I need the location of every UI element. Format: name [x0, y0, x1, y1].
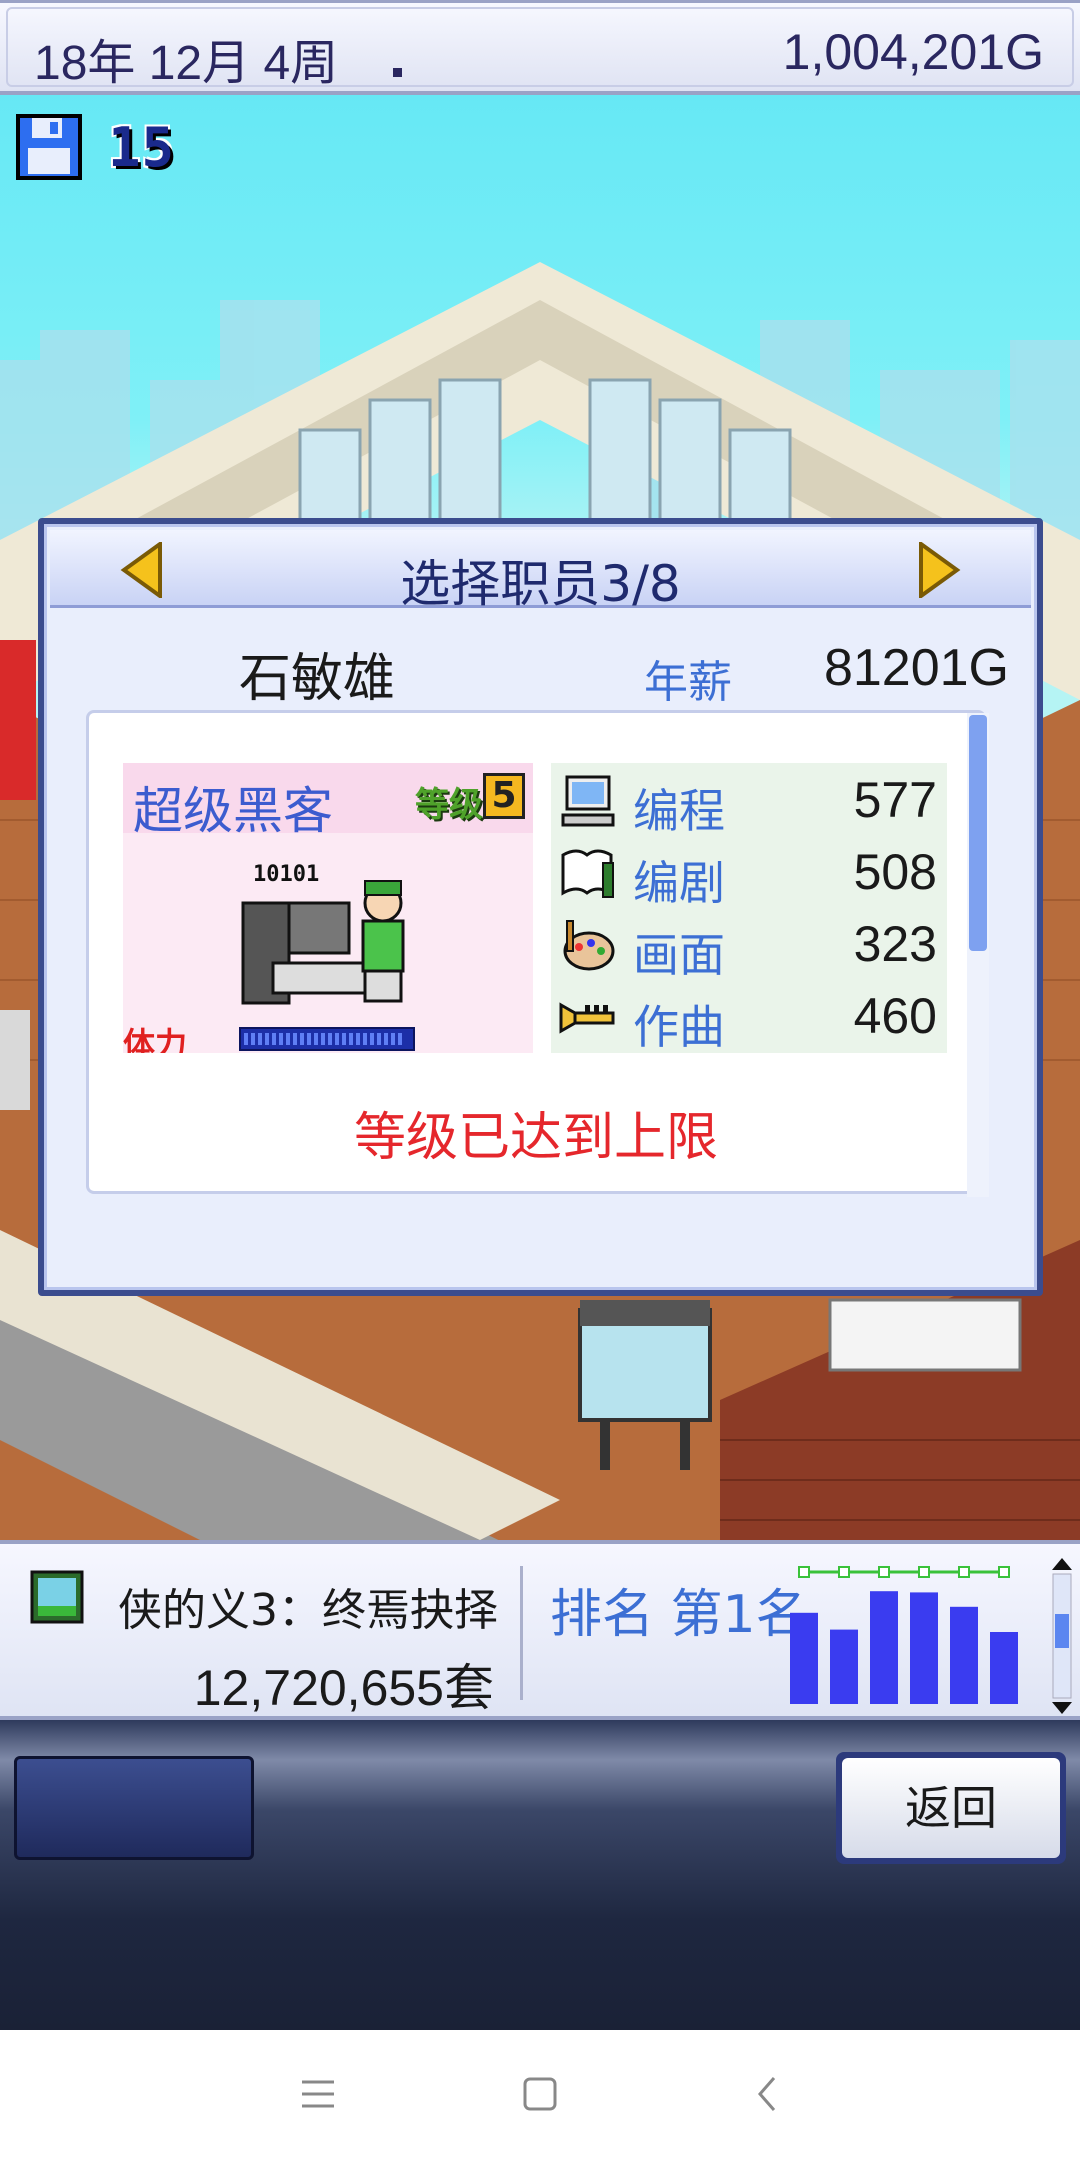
stamina-bar — [239, 1027, 415, 1051]
sales-bar — [990, 1632, 1018, 1704]
trend-point — [838, 1566, 850, 1578]
rank-text: 排名 第1名 — [550, 1585, 808, 1645]
hacker-at-computer-icon: 10101 — [241, 863, 405, 1005]
sales-bar — [830, 1629, 858, 1704]
info-divider — [520, 1566, 523, 1700]
game-date: 18年 12月 4周 — [34, 37, 339, 90]
computer-icon — [561, 775, 615, 827]
paint-palette-icon — [563, 920, 615, 971]
stat-value: 508 — [853, 844, 937, 900]
trend-point — [798, 1566, 810, 1578]
trumpet-icon — [559, 1002, 615, 1034]
system-navigation-bar — [0, 2030, 1080, 2160]
save-count: 15 — [108, 116, 176, 179]
stat-value: 460 — [853, 988, 937, 1044]
stat-label: 画面 — [633, 928, 725, 982]
stat-row-graphics: 画面 323 — [551, 907, 947, 982]
game-title: 侠的义3：终焉抉择 — [118, 1585, 498, 1636]
menu-icon[interactable] — [288, 2064, 348, 2124]
home-icon[interactable] — [510, 2064, 570, 2124]
max-level-message: 等级已达到上限 — [353, 1108, 718, 1168]
game-sales: 12,720,655套 — [193, 1660, 494, 1716]
trend-point — [918, 1566, 930, 1578]
back-icon[interactable] — [738, 2064, 798, 2124]
trend-point — [958, 1566, 970, 1578]
sales-bar-chart — [790, 1566, 1018, 1704]
trend-point — [998, 1566, 1010, 1578]
salary-value: 81201G — [823, 639, 1009, 697]
sales-bar — [790, 1612, 818, 1704]
game-cartridge-icon — [30, 1570, 84, 1624]
dialog-header: 选择职员3/8 — [50, 530, 1031, 613]
dialog-title: 选择职员3/8 — [400, 555, 681, 613]
employee-name: 石敏雄 — [239, 649, 396, 709]
status-bar: 18年 12月 4周 1,004,201G — [0, 0, 1080, 95]
back-button-label: 返回 — [842, 1758, 1060, 1858]
command-panel: 返回 — [0, 1720, 1080, 2030]
trend-point — [878, 1566, 890, 1578]
sales-info-bar: 侠的义3：终焉抉择 12,720,655套 排名 第1名 — [0, 1540, 1080, 1720]
floppy-disk-icon[interactable] — [14, 112, 84, 182]
funds-amount: 1,004,201G — [782, 24, 1044, 80]
sales-bar — [870, 1591, 898, 1704]
stat-label: 编剧 — [633, 856, 725, 910]
sales-bar — [950, 1606, 978, 1704]
menu-slot-button[interactable] — [14, 1756, 254, 1860]
sales-bar — [910, 1592, 938, 1704]
salary-label: 年薪 — [644, 657, 732, 708]
stat-label: 作曲 — [633, 1000, 725, 1054]
stat-row-music: 作曲 460 — [551, 979, 947, 1054]
job-panel: 超级黑客 等级 5 10101 体力 — [123, 763, 533, 1053]
card-scrollbar-thumb[interactable] — [969, 715, 987, 951]
stats-panel: 编程 577 编剧 508 画面 323 作曲 460 — [551, 763, 947, 1054]
back-button[interactable]: 返回 — [836, 1752, 1066, 1864]
date-indicator-dot — [393, 68, 402, 77]
card-scrollbar[interactable] — [967, 713, 989, 1197]
script-book-icon — [561, 849, 614, 898]
info-scrollbar[interactable] — [1050, 1558, 1074, 1714]
stat-value: 323 — [853, 916, 937, 972]
stamina-bar-fill — [244, 1033, 406, 1045]
stat-row-scenario: 编剧 508 — [551, 835, 947, 910]
stat-row-programming: 编程 577 — [551, 763, 947, 838]
level-label: 等级 — [415, 785, 483, 825]
stat-label: 编程 — [633, 784, 725, 838]
employee-card: 超级黑客 等级 5 10101 体力 编程 577 编剧 508 画面 323 … — [86, 710, 989, 1197]
job-title: 超级黑客 — [133, 782, 333, 840]
stat-value: 577 — [853, 772, 937, 828]
select-staff-dialog: 选择职员3/8 石敏雄 年薪 81201G 超级黑客 等级 5 10101 体力 — [38, 518, 1043, 1296]
next-staff-arrow-icon[interactable] — [917, 540, 961, 600]
stamina-label: 体力 — [123, 1025, 188, 1053]
level-badge: 5 — [483, 773, 525, 819]
art-binary-text: 10101 — [253, 863, 319, 887]
